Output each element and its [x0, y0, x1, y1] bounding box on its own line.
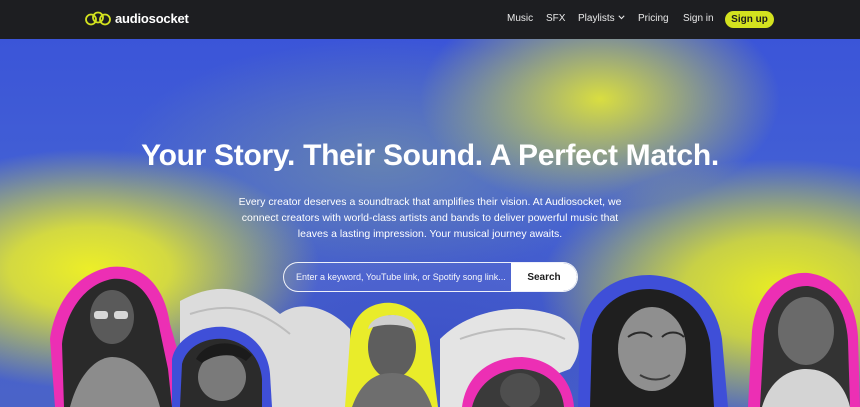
hero-title: Your Story. Their Sound. A Perfect Match… — [141, 139, 719, 172]
hero-section: Your Story. Their Sound. A Perfect Match… — [0, 39, 860, 407]
artist-photo-1 — [50, 266, 185, 407]
top-navbar: audiosocket Music SFX Playlists Pricing … — [0, 0, 860, 39]
nav-music[interactable]: Music — [507, 13, 533, 24]
music-search-form: Search — [283, 262, 578, 292]
nav-playlists[interactable]: Playlists — [578, 13, 625, 24]
chevron-down-icon — [618, 15, 625, 20]
main-nav: Music SFX Playlists Pricing Sign in Sign… — [0, 0, 860, 39]
nav-sign-in[interactable]: Sign in — [683, 13, 714, 24]
search-input[interactable] — [284, 263, 511, 291]
nav-pricing[interactable]: Pricing — [638, 13, 669, 24]
search-button[interactable]: Search — [511, 263, 577, 291]
nav-playlists-label: Playlists — [578, 13, 615, 24]
artist-photo-3 — [345, 302, 438, 407]
angel-wings-image — [180, 288, 579, 407]
nav-sfx[interactable]: SFX — [546, 13, 565, 24]
artist-photo-6 — [748, 272, 860, 407]
hero-subtitle: Every creator deserves a soundtrack that… — [238, 196, 622, 240]
artist-photo-2 — [172, 326, 272, 407]
artist-photo-5 — [578, 275, 728, 407]
sign-up-button[interactable]: Sign up — [725, 11, 774, 28]
artist-photo-4 — [462, 357, 574, 407]
